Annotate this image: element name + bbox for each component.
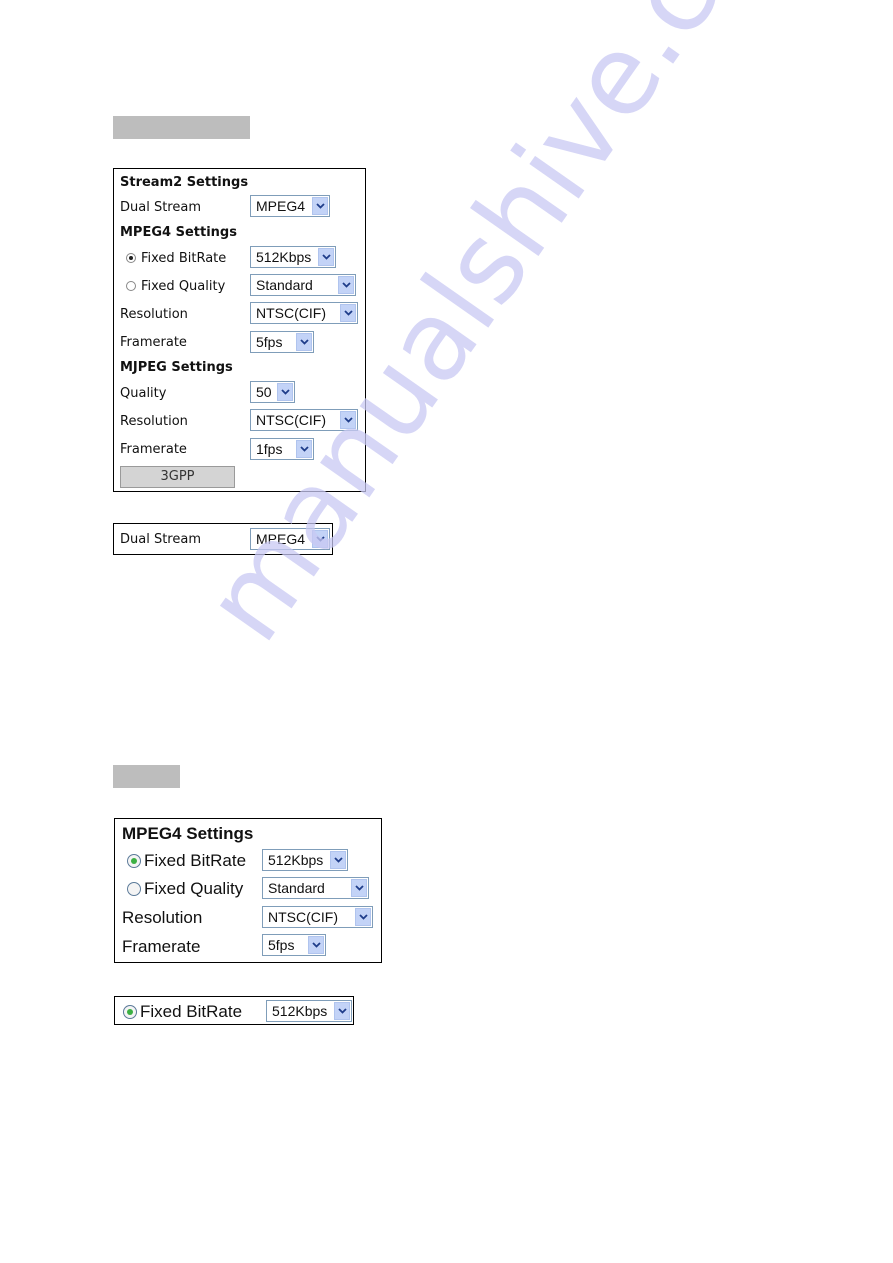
mjpeg-quality-value: 50 <box>256 384 272 400</box>
framerate-value: 5fps <box>256 334 283 350</box>
stream2-settings-title: Stream2 Settings <box>120 175 249 190</box>
fixed-bitrate-value: 512Kbps <box>256 249 312 265</box>
stream2-settings-panel: Stream2 Settings Dual Stream MPEG4 MPEG4… <box>113 168 366 492</box>
resolution-select[interactable]: NTSC(CIF) <box>262 906 373 928</box>
mpeg4-settings-title: MPEG4 Settings <box>122 824 254 843</box>
fixed-quality-select[interactable]: Standard <box>262 877 369 899</box>
chevron-down-icon[interactable] <box>312 530 328 548</box>
fixed-bitrate-detail-panel: Fixed BitRate 512Kbps <box>114 996 354 1025</box>
resolution-value: NTSC(CIF) <box>256 305 326 321</box>
fixed-bitrate-radio[interactable] <box>123 1005 137 1019</box>
mjpeg-quality-label: Quality <box>120 386 167 401</box>
dual-stream-select[interactable]: MPEG4 <box>250 195 330 217</box>
chevron-down-icon[interactable] <box>296 440 312 458</box>
fixed-quality-radio[interactable] <box>126 281 136 291</box>
dual-stream-label: Dual Stream <box>120 532 201 547</box>
3gpp-button[interactable]: 3GPP <box>120 466 235 488</box>
fixed-quality-label: Fixed Quality <box>141 279 226 294</box>
mjpeg-framerate-label: Framerate <box>120 442 187 457</box>
chevron-down-icon[interactable] <box>277 383 293 401</box>
chevron-down-icon[interactable] <box>318 248 334 266</box>
chevron-down-icon[interactable] <box>351 879 367 897</box>
framerate-select[interactable]: 5fps <box>262 934 326 956</box>
fixed-bitrate-label: Fixed BitRate <box>141 251 227 266</box>
resolution-value: NTSC(CIF) <box>268 909 338 925</box>
fixed-quality-value: Standard <box>268 880 325 896</box>
fixed-quality-select[interactable]: Standard <box>250 274 356 296</box>
chevron-down-icon[interactable] <box>334 1002 350 1020</box>
mjpeg-framerate-select[interactable]: 1fps <box>250 438 314 460</box>
mpeg4-settings-panel: MPEG4 Settings Fixed BitRate 512Kbps Fix… <box>114 818 382 963</box>
mpeg4-settings-header: MPEG4 Settings <box>120 225 237 240</box>
fixed-bitrate-select[interactable]: 512Kbps <box>250 246 336 268</box>
dual-stream-select[interactable]: MPEG4 <box>250 528 330 550</box>
mjpeg-resolution-value: NTSC(CIF) <box>256 412 326 428</box>
resolution-label: Resolution <box>120 307 188 322</box>
section1-heading-placeholder <box>113 116 250 139</box>
mjpeg-framerate-value: 1fps <box>256 441 283 457</box>
mjpeg-resolution-label: Resolution <box>120 414 188 429</box>
fixed-bitrate-value: 512Kbps <box>268 852 324 868</box>
resolution-label: Resolution <box>122 908 203 927</box>
mjpeg-settings-header: MJPEG Settings <box>120 360 233 375</box>
dual-stream-value: MPEG4 <box>256 531 306 547</box>
framerate-label: Framerate <box>120 335 187 350</box>
fixed-bitrate-label: Fixed BitRate <box>144 851 247 870</box>
chevron-down-icon[interactable] <box>308 936 324 954</box>
fixed-bitrate-radio[interactable] <box>126 253 136 263</box>
resolution-select[interactable]: NTSC(CIF) <box>250 302 358 324</box>
fixed-bitrate-label: Fixed BitRate <box>140 1002 243 1021</box>
framerate-label: Framerate <box>122 937 201 956</box>
dual-stream-value: MPEG4 <box>256 198 306 214</box>
fixed-quality-radio[interactable] <box>127 882 141 896</box>
chevron-down-icon[interactable] <box>340 411 356 429</box>
chevron-down-icon[interactable] <box>330 851 346 869</box>
section2-heading-placeholder <box>113 765 180 788</box>
fixed-quality-label: Fixed Quality <box>144 879 244 898</box>
dual-stream-detail-panel: Dual Stream MPEG4 <box>113 523 333 555</box>
chevron-down-icon[interactable] <box>312 197 328 215</box>
fixed-bitrate-radio[interactable] <box>127 854 141 868</box>
fixed-bitrate-select[interactable]: 512Kbps <box>266 1000 352 1022</box>
dual-stream-label: Dual Stream <box>120 200 201 215</box>
fixed-bitrate-select[interactable]: 512Kbps <box>262 849 348 871</box>
mjpeg-quality-select[interactable]: 50 <box>250 381 295 403</box>
mjpeg-resolution-select[interactable]: NTSC(CIF) <box>250 409 358 431</box>
framerate-select[interactable]: 5fps <box>250 331 314 353</box>
framerate-value: 5fps <box>268 937 295 953</box>
chevron-down-icon[interactable] <box>338 276 354 294</box>
fixed-quality-value: Standard <box>256 277 313 293</box>
chevron-down-icon[interactable] <box>296 333 312 351</box>
chevron-down-icon[interactable] <box>340 304 356 322</box>
chevron-down-icon[interactable] <box>355 908 371 926</box>
fixed-bitrate-value: 512Kbps <box>272 1003 328 1019</box>
